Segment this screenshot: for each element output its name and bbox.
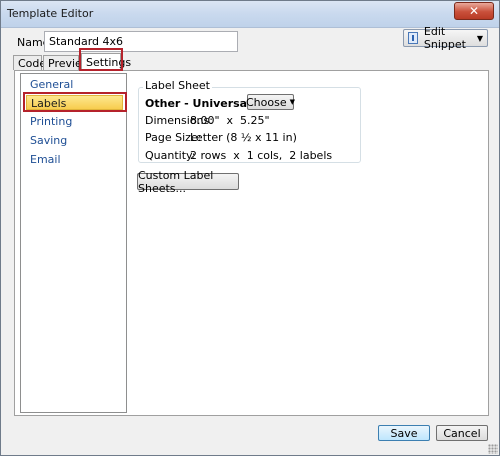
- window-title: Template Editor: [7, 7, 94, 20]
- tab-preview[interactable]: Preview: [43, 55, 91, 70]
- snippet-icon: [408, 32, 418, 44]
- custom-label-sheets-button[interactable]: Custom Label Sheets...: [137, 169, 239, 195]
- name-input[interactable]: Standard 4x6: [44, 31, 238, 52]
- tab-code[interactable]: Code: [13, 55, 46, 70]
- choose-button[interactable]: Choose ▼: [246, 94, 296, 110]
- page-size-value: Letter (8 ½ x 11 in): [190, 131, 297, 144]
- close-icon: ✕: [468, 4, 480, 18]
- dimensions-value: 8.00" x 5.25": [190, 114, 270, 127]
- nav-item-saving[interactable]: Saving: [26, 133, 123, 148]
- quantity-value: 2 rows x 1 cols, 2 labels: [190, 149, 333, 162]
- label-sheet-group-label: Label Sheet: [143, 79, 212, 92]
- title-bar[interactable]: Template Editor ✕: [1, 1, 499, 28]
- settings-nav-list: General Labels Printing Saving Email: [20, 73, 127, 413]
- nav-item-email[interactable]: Email: [26, 152, 123, 167]
- settings-tab-highlight: [79, 48, 123, 71]
- choose-label: Choose: [246, 95, 287, 109]
- nav-item-printing[interactable]: Printing: [26, 114, 123, 129]
- quantity-label: Quantity:: [145, 149, 196, 162]
- chevron-down-icon: ▼: [289, 98, 296, 106]
- edit-snippet-button[interactable]: Edit Snippet ▼: [403, 25, 488, 51]
- cancel-button[interactable]: Cancel: [436, 425, 488, 441]
- resize-grip[interactable]: [488, 444, 498, 454]
- close-button[interactable]: ✕: [454, 2, 494, 20]
- save-button[interactable]: Save: [378, 425, 430, 441]
- chevron-down-icon: ▼: [476, 33, 483, 43]
- edit-snippet-label: Edit Snippet: [423, 25, 466, 51]
- labels-nav-highlight: [23, 92, 127, 112]
- nav-item-general[interactable]: General: [26, 77, 123, 92]
